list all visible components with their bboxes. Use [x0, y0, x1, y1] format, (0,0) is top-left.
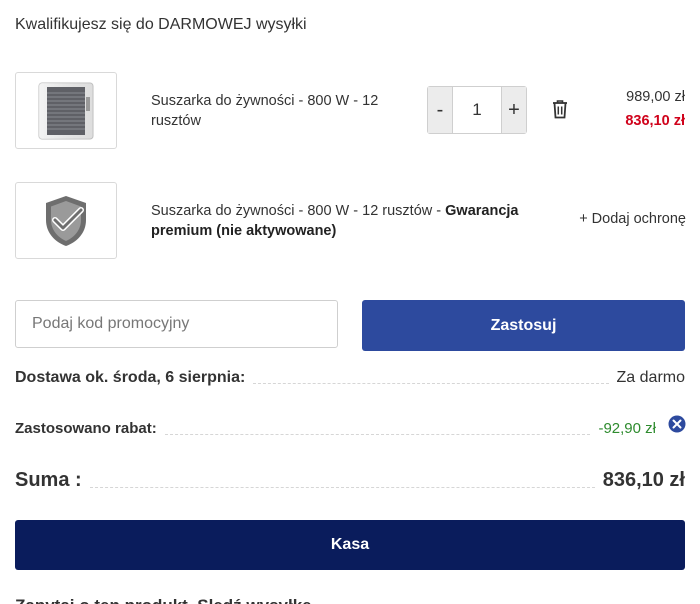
quantity-increase-button[interactable]: +: [502, 87, 526, 133]
cart-item: Suszarka do żywności - 800 W - 12 rusztó…: [15, 72, 700, 150]
original-price: 989,00 zł: [626, 89, 685, 105]
discount-label: Zastosowano rabat:: [15, 420, 157, 437]
dotted-leader: [89, 487, 595, 488]
discount-value: -92,90 zł: [598, 420, 656, 437]
sum-value: 836,10 zł: [602, 469, 685, 491]
free-shipping-message: Kwalifikujesz się do DARMOWEJ wysyłki: [15, 16, 307, 33]
dotted-leader: [164, 434, 591, 435]
discounted-price: 836,10 zł: [625, 113, 685, 129]
trash-icon[interactable]: [551, 99, 569, 119]
discount-row: Zastosowano rabat: -92,90 zł: [15, 420, 656, 437]
checkout-button[interactable]: Kasa: [15, 520, 685, 570]
shield-check-icon: [46, 195, 86, 246]
add-protection-link[interactable]: + Dodaj ochronę: [579, 211, 686, 227]
sum-row: Suma : 836,10 zł: [15, 469, 685, 492]
protection-name-text: Suszarka do żywności - 800 W - 12 rusztó…: [151, 203, 446, 219]
promo-code-input[interactable]: [15, 300, 338, 348]
footer-partial-text: Zapytaj o ten produkt, Sledź wysyłkę: [15, 596, 312, 604]
delivery-label: Dostawa ok. środa, 6 sierpnia:: [15, 369, 246, 386]
remove-discount-icon[interactable]: [668, 415, 686, 433]
apply-promo-button[interactable]: Zastosuj: [362, 300, 685, 351]
quantity-value[interactable]: 1: [452, 87, 502, 133]
product-name[interactable]: Suszarka do żywności - 800 W - 12 rusztó…: [151, 91, 401, 131]
food-dryer-image: [38, 82, 94, 139]
dotted-leader: [253, 383, 609, 384]
protection-thumbnail: [15, 182, 117, 259]
delivery-row: Dostawa ok. środa, 6 sierpnia: Za darmo: [15, 369, 685, 387]
protection-name: Suszarka do żywności - 800 W - 12 rusztó…: [151, 201, 551, 241]
delivery-value: Za darmo: [616, 369, 685, 386]
sum-label: Suma :: [15, 469, 82, 491]
product-thumbnail[interactable]: [15, 72, 117, 149]
quantity-stepper[interactable]: - 1 +: [427, 86, 527, 134]
quantity-decrease-button[interactable]: -: [428, 87, 452, 133]
protection-item: Suszarka do żywności - 800 W - 12 rusztó…: [15, 182, 700, 260]
